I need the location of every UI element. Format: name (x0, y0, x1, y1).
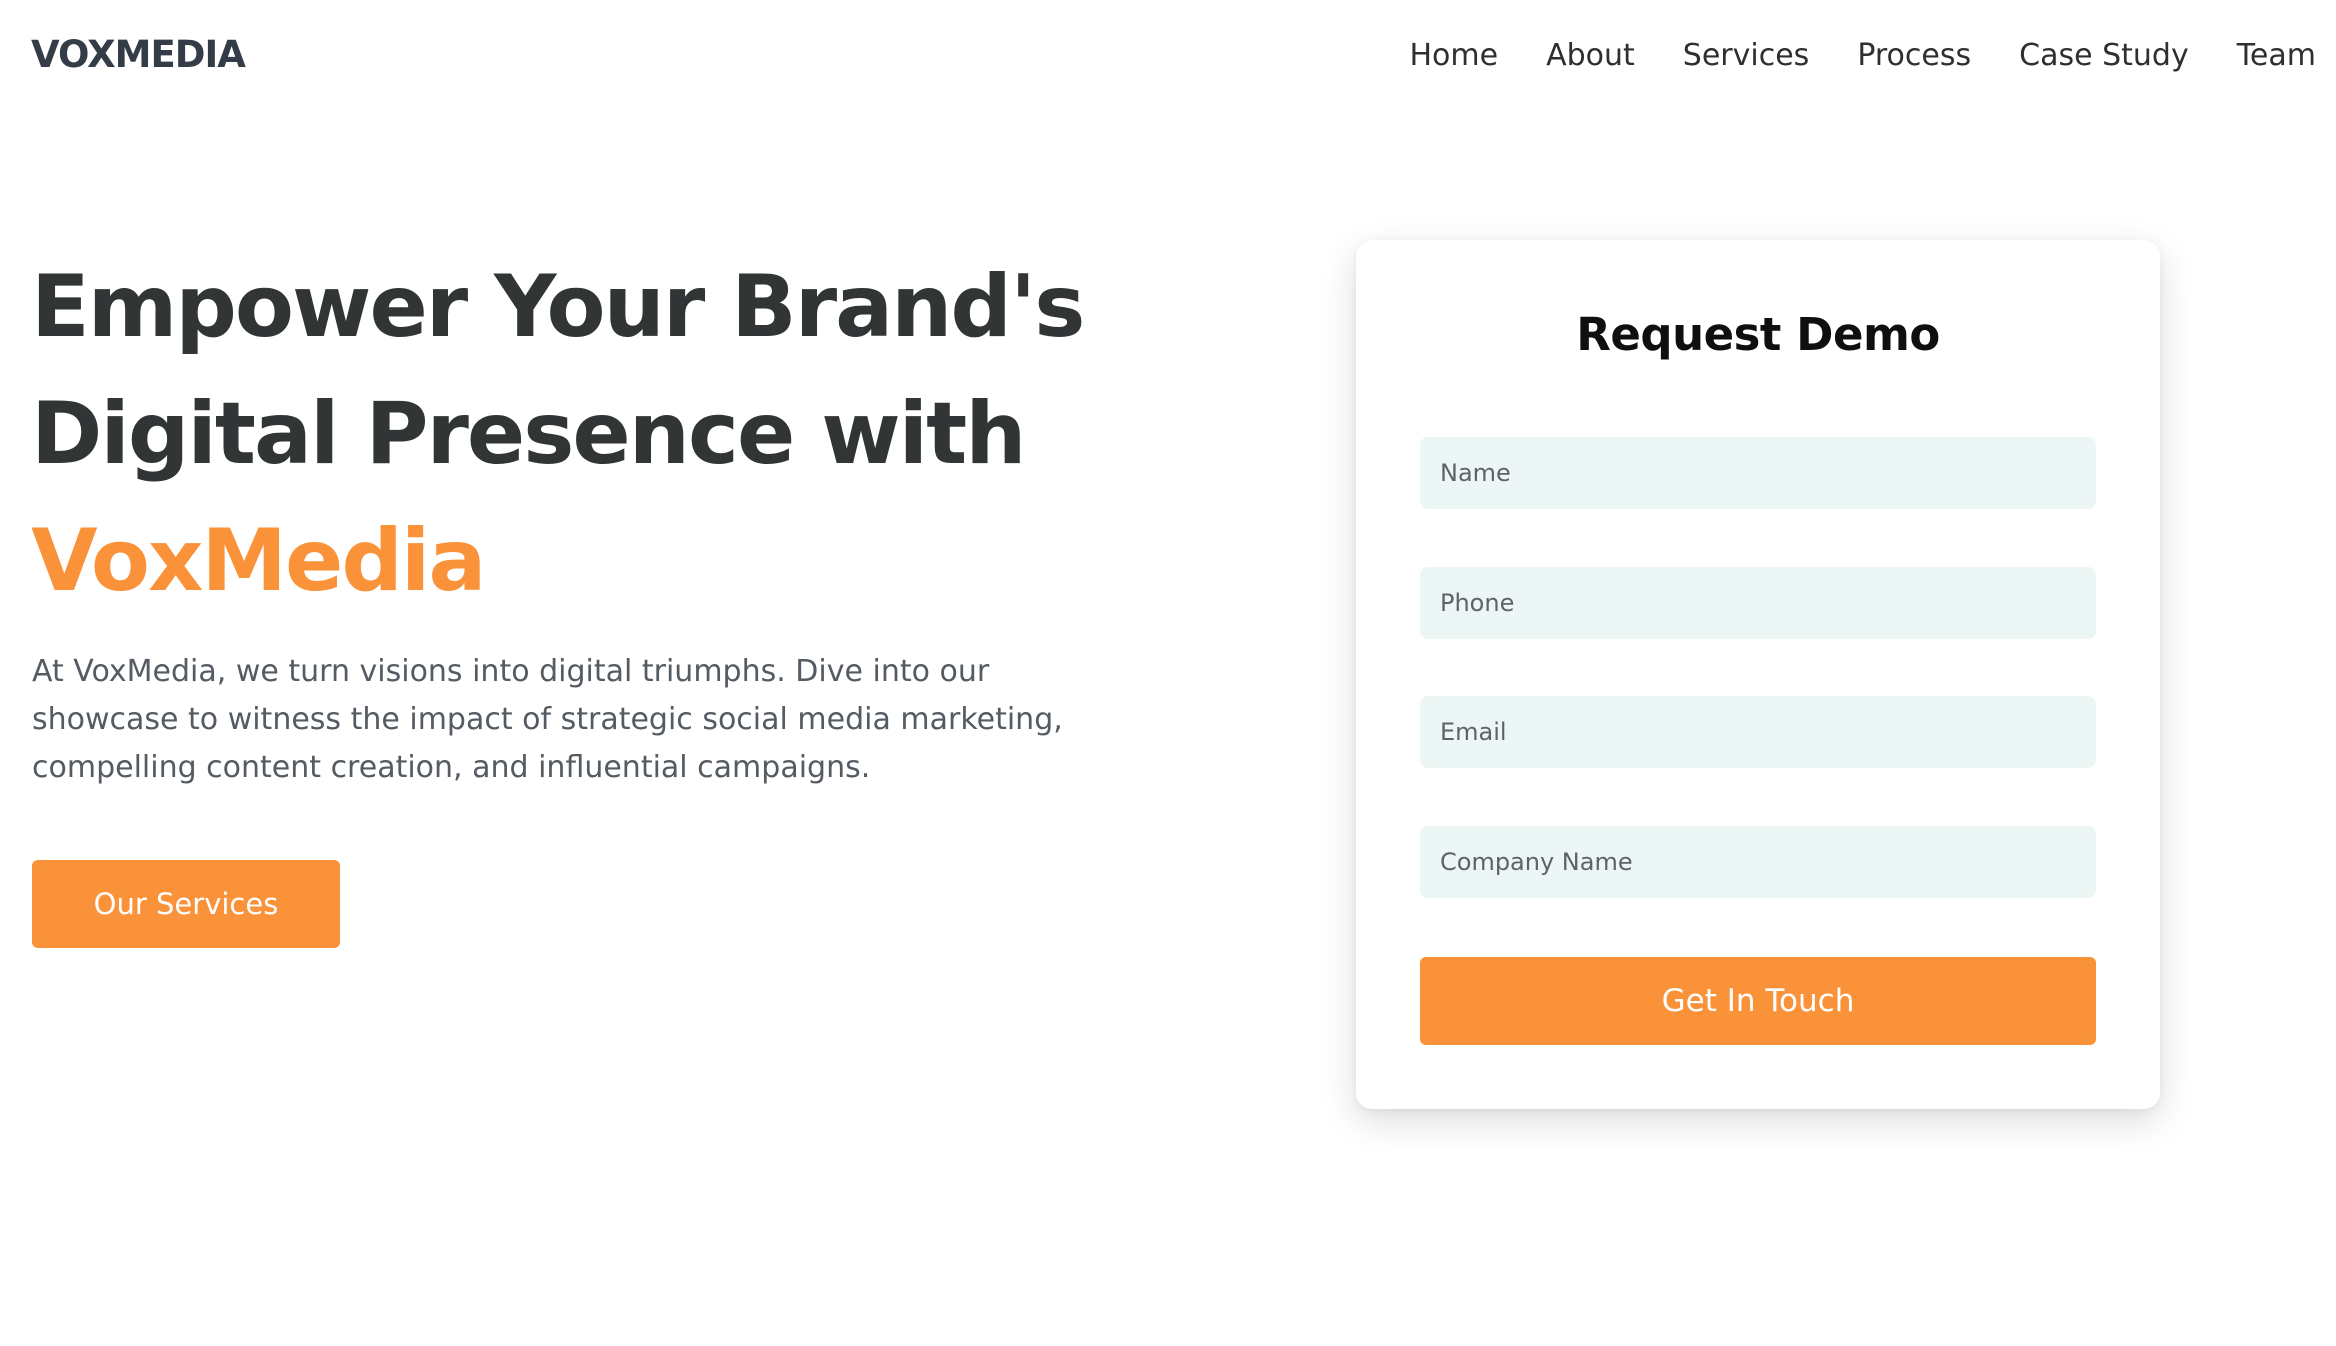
hero-title-brand: VoxMedia (31, 511, 486, 611)
nav-link-team[interactable]: Team (2237, 34, 2316, 78)
request-demo-title: Request Demo (1576, 308, 1940, 361)
main-nav: Home About Services Process Case Study T… (1410, 34, 2317, 78)
hero-title-line-2: Digital Presence with (31, 384, 1027, 484)
email-field[interactable] (1420, 696, 2096, 768)
get-in-touch-button[interactable]: Get In Touch (1420, 957, 2096, 1045)
hero-title: Empower Your Brand's Digital Presence wi… (31, 244, 1211, 625)
nav-link-process[interactable]: Process (1857, 34, 1971, 78)
company-name-field[interactable] (1420, 826, 2096, 898)
hero-description: At VoxMedia, we turn visions into digita… (32, 654, 1063, 785)
nav-link-about[interactable]: About (1546, 34, 1635, 78)
phone-field[interactable] (1420, 567, 2096, 639)
our-services-button[interactable]: Our Services (32, 860, 340, 948)
nav-link-services[interactable]: Services (1683, 34, 1810, 78)
site-header: VOXMEDIA Home About Services Process Cas… (0, 0, 2336, 112)
hero-title-line-1: Empower Your Brand's (31, 257, 1085, 357)
nav-link-home[interactable]: Home (1410, 34, 1499, 78)
name-field[interactable] (1420, 437, 2096, 509)
nav-link-case-study[interactable]: Case Study (2019, 34, 2189, 78)
voxmedia-logo[interactable]: VOXMEDIA (31, 33, 246, 77)
